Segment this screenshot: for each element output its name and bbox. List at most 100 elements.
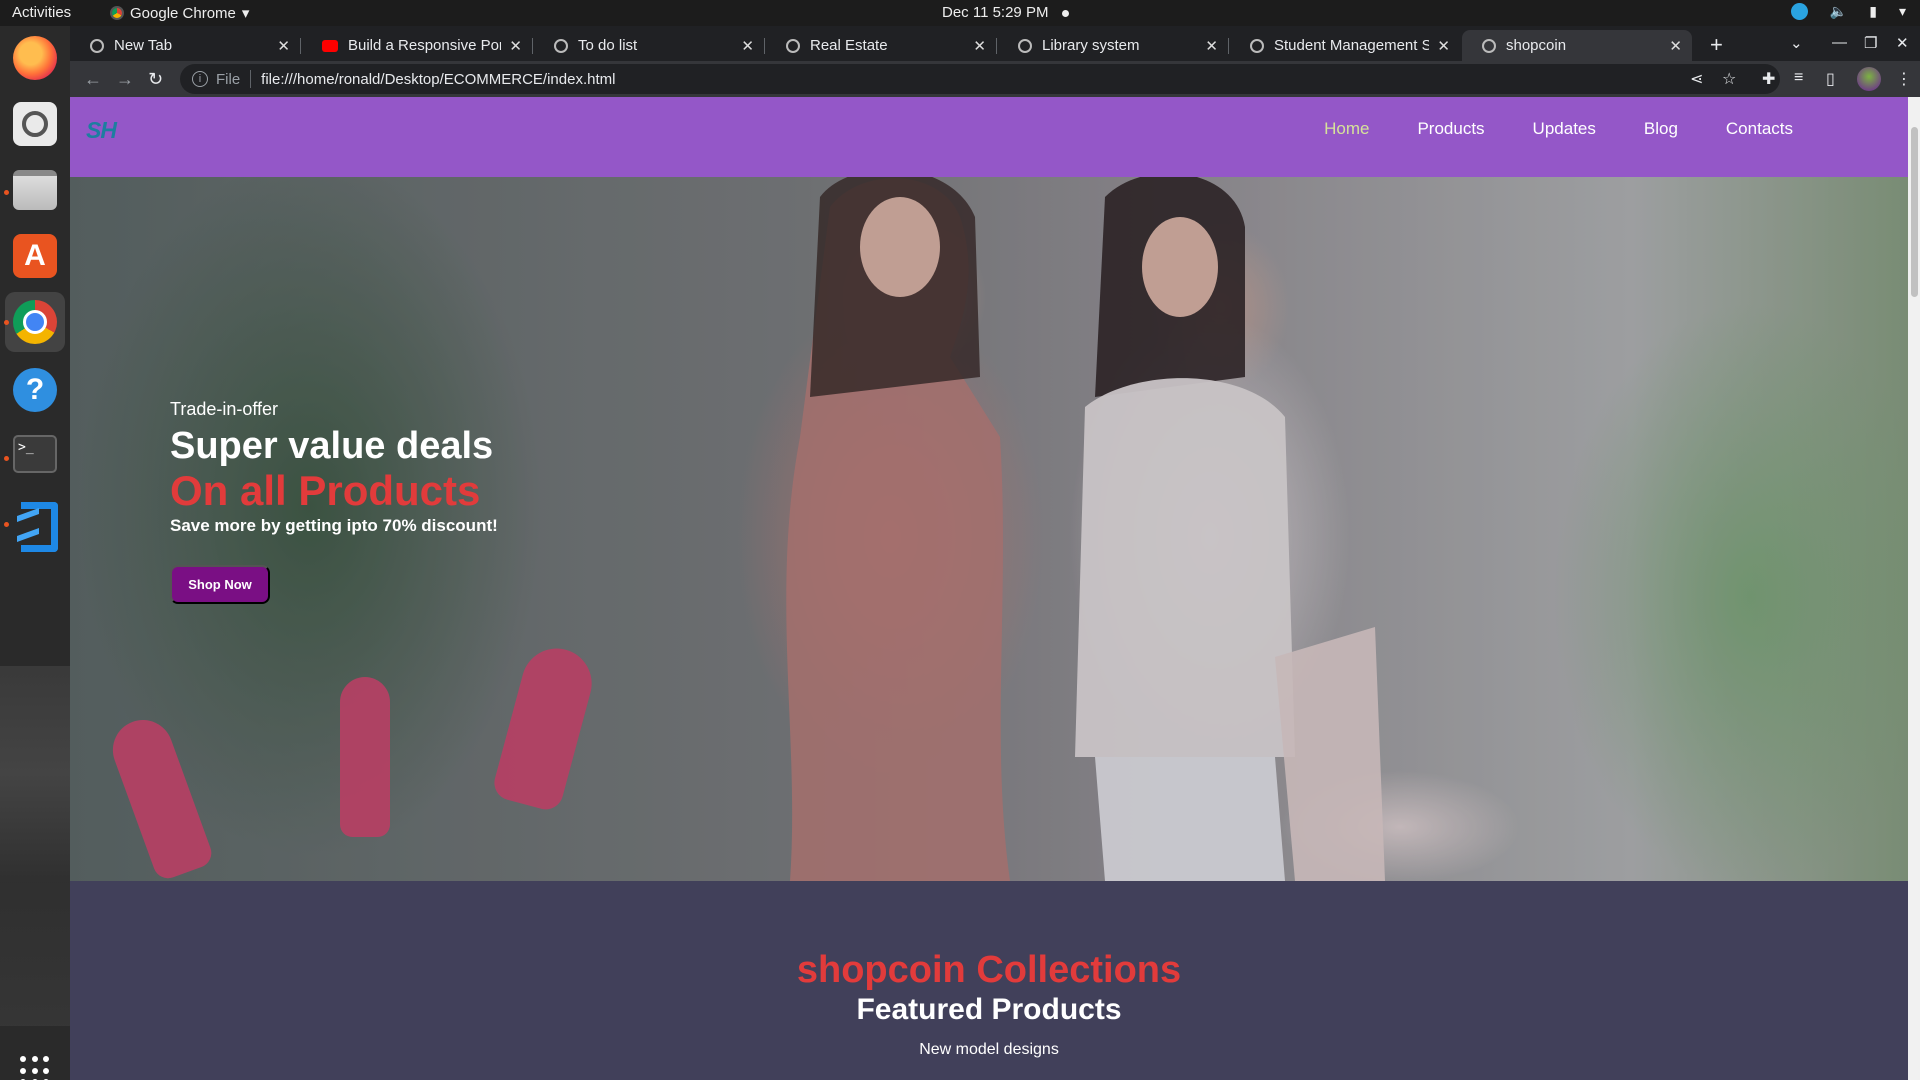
globe-icon bbox=[786, 38, 800, 53]
bookmark-star-icon[interactable]: ☆ bbox=[1722, 69, 1736, 89]
tab-strip: New Tab ✕ Build a Responsive Portf ✕ To … bbox=[70, 26, 1920, 61]
tab-library[interactable]: Library system ✕ bbox=[998, 30, 1229, 61]
globe-icon bbox=[1482, 38, 1496, 53]
dock-vscode[interactable] bbox=[11, 496, 59, 552]
chrome-icon bbox=[13, 300, 57, 344]
app-menu-label: Google Chrome bbox=[130, 4, 236, 22]
dock-firefox[interactable] bbox=[11, 34, 59, 82]
nav-products[interactable]: Products bbox=[1417, 119, 1484, 139]
dock-software[interactable]: A bbox=[11, 232, 59, 280]
back-icon[interactable]: ← bbox=[84, 69, 102, 90]
nav-contacts[interactable]: Contacts bbox=[1726, 119, 1793, 139]
tab-title: shopcoin bbox=[1506, 37, 1567, 54]
tab-search-icon[interactable]: ⌄ bbox=[1790, 34, 1803, 52]
page-scrollbar[interactable] bbox=[1908, 97, 1920, 1080]
close-tab-icon[interactable]: ✕ bbox=[1205, 37, 1218, 55]
chrome-menu-icon[interactable]: ⋮ bbox=[1896, 69, 1912, 89]
globe-icon bbox=[554, 38, 568, 53]
help-icon: ? bbox=[13, 368, 57, 412]
dock-chrome[interactable] bbox=[5, 292, 65, 352]
hero-kicker: Trade-in-offer bbox=[170, 399, 279, 419]
browser-toolbar: ← → ↻ i File file:///home/ronald/Desktop… bbox=[70, 61, 1920, 97]
dock-help[interactable]: ? bbox=[11, 366, 59, 414]
restore-icon[interactable]: ❐ bbox=[1864, 34, 1877, 52]
tab-title: To do list bbox=[578, 37, 638, 54]
minimize-icon[interactable]: — bbox=[1832, 34, 1847, 51]
close-tab-icon[interactable]: ✕ bbox=[277, 37, 290, 55]
hero-banner: Trade-in-offer Super value deals On all … bbox=[70, 177, 1908, 881]
new-tab-button[interactable]: + bbox=[1710, 32, 1723, 58]
featured-subheading: New model designs bbox=[919, 1041, 1059, 1058]
chrome-icon bbox=[90, 38, 104, 53]
running-indicator bbox=[4, 456, 9, 461]
firefox-icon bbox=[13, 36, 57, 80]
dock-terminal[interactable]: >_ bbox=[11, 430, 59, 478]
globe-icon bbox=[1250, 38, 1264, 53]
reload-icon[interactable]: ↻ bbox=[148, 69, 163, 90]
site-header: SH Home Products Updates Blog Contacts bbox=[70, 97, 1908, 177]
scheme-label: File bbox=[216, 70, 241, 88]
shop-now-button[interactable]: Shop Now bbox=[170, 565, 270, 604]
site-info-icon[interactable]: i bbox=[192, 71, 208, 87]
nav-home[interactable]: Home bbox=[1324, 119, 1369, 139]
telegram-icon[interactable] bbox=[1790, 3, 1808, 20]
scrollbar-thumb[interactable] bbox=[1911, 127, 1918, 297]
tab-todo[interactable]: To do list ✕ bbox=[534, 30, 765, 61]
forward-icon[interactable]: → bbox=[116, 69, 134, 90]
tab-title: Build a Responsive Portf bbox=[348, 37, 502, 54]
site-logo[interactable]: SH bbox=[86, 117, 117, 144]
url-text[interactable]: file:///home/ronald/Desktop/ECOMMERCE/in… bbox=[261, 71, 615, 88]
close-tab-icon[interactable]: ✕ bbox=[509, 37, 522, 55]
featured-products-section: shopcoin Collections Featured Products N… bbox=[70, 881, 1908, 1080]
magnifier-app-icon bbox=[13, 102, 57, 146]
hero-headline: Super value deals bbox=[170, 425, 494, 467]
close-window-icon[interactable]: ✕ bbox=[1896, 34, 1909, 52]
clock[interactable]: Dec 11 5:29 PM bbox=[942, 4, 1048, 21]
dock-files[interactable] bbox=[11, 166, 59, 214]
browser-window: New Tab ✕ Build a Responsive Portf ✕ To … bbox=[70, 26, 1920, 1080]
tab-shopcoin[interactable]: shopcoin ✕ bbox=[1462, 30, 1692, 61]
extensions-icon[interactable]: ✚ bbox=[1762, 69, 1775, 89]
profile-avatar[interactable] bbox=[1857, 67, 1881, 91]
files-icon bbox=[13, 170, 57, 210]
tab-title: Student Management Sy bbox=[1274, 37, 1430, 54]
tab-student-management[interactable]: Student Management Sy ✕ bbox=[1230, 30, 1460, 61]
dock-search[interactable] bbox=[11, 100, 59, 148]
nav-blog[interactable]: Blog bbox=[1644, 119, 1678, 139]
nav-updates[interactable]: Updates bbox=[1533, 119, 1596, 139]
media-controls-icon[interactable]: ≡ bbox=[1794, 69, 1803, 87]
battery-icon: ▮ bbox=[1869, 3, 1877, 19]
activities-button[interactable]: Activities bbox=[12, 4, 71, 21]
close-tab-icon[interactable]: ✕ bbox=[1669, 37, 1682, 55]
wallpaper-fragment bbox=[0, 666, 70, 1026]
vscode-icon bbox=[13, 498, 58, 552]
show-apps-icon[interactable] bbox=[20, 1056, 50, 1080]
system-menu-caret-icon: ▾ bbox=[1898, 3, 1906, 19]
hero-subtext: Save more by getting ipto 70% discount! bbox=[170, 516, 498, 535]
close-tab-icon[interactable]: ✕ bbox=[973, 37, 986, 55]
running-indicator bbox=[4, 522, 9, 527]
terminal-icon: >_ bbox=[13, 435, 57, 473]
close-tab-icon[interactable]: ✕ bbox=[1437, 37, 1450, 55]
app-menu[interactable]: Google Chrome ▾ bbox=[110, 4, 249, 22]
globe-icon bbox=[1018, 38, 1032, 53]
system-tray[interactable]: 🔈 ▮ ▾ bbox=[1790, 3, 1906, 20]
tab-real-estate[interactable]: Real Estate ✕ bbox=[766, 30, 997, 61]
close-tab-icon[interactable]: ✕ bbox=[741, 37, 754, 55]
side-panel-icon[interactable]: ▯ bbox=[1826, 69, 1835, 89]
page-viewport: SH Home Products Updates Blog Contacts T… bbox=[70, 97, 1908, 1080]
hero-copy: Trade-in-offer Super value deals On all … bbox=[170, 399, 498, 536]
software-store-icon: A bbox=[13, 234, 57, 278]
system-top-bar: Activities Google Chrome ▾ Dec 11 5:29 P… bbox=[0, 0, 1920, 26]
tab-new-tab[interactable]: New Tab ✕ bbox=[70, 30, 301, 61]
youtube-icon bbox=[322, 39, 338, 52]
volume-icon: 🔈 bbox=[1829, 3, 1848, 19]
featured-heading: Featured Products bbox=[856, 993, 1122, 1026]
site-nav: Home Products Updates Blog Contacts bbox=[1324, 119, 1793, 139]
notification-dot-icon bbox=[1062, 10, 1069, 17]
share-icon[interactable]: ⋖ bbox=[1690, 69, 1703, 89]
chrome-icon bbox=[110, 6, 124, 20]
running-indicator bbox=[4, 320, 9, 325]
tab-portfolio[interactable]: Build a Responsive Portf ✕ bbox=[302, 30, 533, 61]
address-bar[interactable]: i File file:///home/ronald/Desktop/ECOMM… bbox=[180, 64, 1780, 94]
